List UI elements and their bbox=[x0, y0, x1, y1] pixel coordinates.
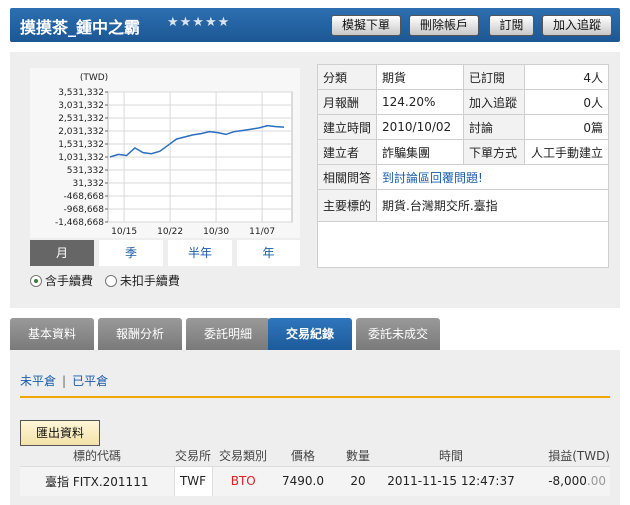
return-chart: (TWD) 3,531,332 3,031,332 2,531,332 2,031,33… bbox=[30, 68, 300, 238]
col-type: 交易類別 bbox=[218, 449, 267, 464]
fee-option-group: 含手續費 未扣手續費 bbox=[30, 272, 188, 289]
subtab-separator: | bbox=[62, 374, 67, 388]
category-label: 分類 bbox=[316, 64, 378, 90]
period-tab-quarter[interactable]: 季 bbox=[99, 240, 163, 266]
col-qty: 數量 bbox=[345, 449, 370, 464]
subtab-divider bbox=[20, 396, 610, 398]
col-time: 時間 bbox=[438, 449, 463, 464]
delete-account-button[interactable]: 刪除帳戶 bbox=[409, 15, 479, 36]
row-symbol: 臺指 FITX.201111 bbox=[20, 465, 174, 496]
col-price: 價格 bbox=[290, 449, 315, 464]
account-title: 摸摸茶_鍾中之霸 bbox=[20, 18, 141, 37]
related-q-link[interactable]: 到討論區回覆問題! bbox=[382, 171, 483, 185]
return-chart-svg: (TWD) 3,531,332 3,031,332 2,531,332 2,031,33… bbox=[55, 73, 293, 237]
follow-button[interactable]: 加入追蹤 bbox=[542, 15, 612, 36]
y-tick-label: -468,668 bbox=[64, 192, 105, 202]
account-header: 摸摸茶_鍾中之霸 ★★★★★ 模擬下單 刪除帳戶 訂閱 加入追蹤 bbox=[10, 8, 620, 42]
col-exchange: 交易所 bbox=[174, 449, 211, 464]
main-target-value: 期貨.台灣期交所.臺指 bbox=[376, 189, 609, 222]
followed-value: 0人 bbox=[524, 89, 609, 115]
subscribed-value: 4人 bbox=[524, 64, 609, 90]
y-tick-label: 3,531,332 bbox=[58, 88, 104, 98]
y-tick-label: 2,031,332 bbox=[58, 127, 104, 137]
account-info-table: 分類 期貨 已訂閱 4人 月報酬 124.20% 加入追蹤 0人 建立時間 20… bbox=[316, 64, 609, 268]
export-data-button[interactable]: 匯出資料 bbox=[20, 420, 100, 446]
main-tabs: 基本資料 報酬分析 委託明細 交易紀錄 委託未成交 bbox=[10, 318, 620, 350]
tab-basic-info[interactable]: 基本資料 bbox=[10, 318, 94, 350]
y-tick-label: -1,468,668 bbox=[55, 218, 104, 228]
trade-table-header: 標的代碼 交易所 交易類別 價格 數量 時間 損益(TWD) bbox=[20, 446, 610, 466]
row-qty: 20 bbox=[332, 465, 384, 496]
period-tab-month[interactable]: 月 bbox=[30, 240, 94, 266]
period-tabs: 月 季 半年 年 bbox=[30, 240, 300, 266]
y-tick-label: 2,531,332 bbox=[58, 114, 104, 124]
tab-pending-orders[interactable]: 委託未成交 bbox=[356, 318, 440, 350]
info-empty-area bbox=[317, 221, 609, 268]
subtab-closed-positions[interactable]: 已平倉 bbox=[72, 374, 108, 388]
row-pnl-int: -8,000 bbox=[548, 474, 587, 489]
created-label: 建立時間 bbox=[316, 114, 378, 140]
x-tick-label: 10/30 bbox=[203, 227, 229, 237]
x-tick-label: 10/15 bbox=[111, 227, 137, 237]
discussion-label: 討論 bbox=[463, 114, 526, 140]
y-tick-label: 1,031,332 bbox=[58, 153, 104, 163]
row-time: 2011-11-15 12:47:37 bbox=[384, 465, 518, 496]
y-tick-label: -968,668 bbox=[64, 205, 105, 215]
monthly-return-label: 月報酬 bbox=[316, 89, 378, 115]
x-tick-label: 10/22 bbox=[157, 227, 183, 237]
row-exchange: TWF bbox=[173, 465, 213, 496]
col-pnl: 損益(TWD) bbox=[548, 449, 610, 464]
position-subtabs: 未平倉 | 已平倉 bbox=[20, 372, 108, 389]
trade-records-panel: 未平倉 | 已平倉 匯出資料 標的代碼 交易所 交易類別 價格 數量 時間 損益(T… bbox=[10, 350, 620, 505]
rating-stars-icon: ★★★★★ bbox=[167, 15, 231, 30]
row-pnl: -8,000.00 bbox=[518, 465, 610, 496]
subscribe-button[interactable]: 訂閱 bbox=[489, 15, 534, 36]
created-value: 2010/10/02 bbox=[376, 114, 465, 140]
simulate-order-button[interactable]: 模擬下單 bbox=[331, 15, 401, 36]
main-target-label: 主要標的 bbox=[316, 189, 378, 222]
y-tick-label: 531,332 bbox=[67, 166, 104, 176]
y-axis-label: (TWD) bbox=[80, 73, 108, 83]
y-tick-label: 3,031,332 bbox=[58, 101, 104, 111]
row-price: 7490.0 bbox=[274, 465, 332, 496]
without-fee-option[interactable]: 未扣手續費 bbox=[104, 272, 180, 289]
radio-checked-icon[interactable] bbox=[30, 275, 42, 287]
tab-return-analysis[interactable]: 報酬分析 bbox=[98, 318, 182, 350]
row-pnl-dec: .00 bbox=[586, 474, 606, 489]
related-q-label: 相關問答 bbox=[316, 164, 378, 190]
col-symbol: 標的代碼 bbox=[72, 449, 121, 464]
without-fee-label: 未扣手續費 bbox=[119, 274, 180, 288]
creator-label: 建立者 bbox=[316, 139, 378, 165]
tab-order-details[interactable]: 委託明細 bbox=[186, 318, 270, 350]
subtab-open-positions[interactable]: 未平倉 bbox=[20, 374, 56, 388]
period-tab-year[interactable]: 年 bbox=[237, 240, 300, 266]
period-tab-half-year[interactable]: 半年 bbox=[168, 240, 232, 266]
with-fee-label: 含手續費 bbox=[45, 274, 94, 288]
tab-trade-records[interactable]: 交易紀錄 bbox=[268, 318, 352, 350]
category-value: 期貨 bbox=[376, 64, 465, 90]
monthly-return-value: 124.20% bbox=[376, 89, 465, 115]
creator-value: 詐騙集團 bbox=[376, 139, 465, 165]
x-tick-label: 11/07 bbox=[249, 227, 275, 237]
trade-table: 標的代碼 交易所 交易類別 價格 數量 時間 損益(TWD) 臺指 FITX.2… bbox=[20, 446, 610, 496]
y-tick-label: 31,332 bbox=[73, 179, 105, 189]
discussion-value: 0篇 bbox=[524, 114, 609, 140]
radio-unchecked-icon[interactable] bbox=[104, 275, 117, 287]
subscribed-label: 已訂閱 bbox=[463, 64, 526, 90]
table-row[interactable]: 臺指 FITX.201111 TWF BTO 7490.0 20 2011-11… bbox=[20, 465, 610, 496]
summary-panel: (TWD) 3,531,332 3,031,332 2,531,332 2,031,33… bbox=[10, 52, 620, 308]
with-fee-option[interactable]: 含手續費 bbox=[30, 272, 93, 289]
order-method-value: 人工手動建立 bbox=[524, 139, 609, 165]
followed-label: 加入追蹤 bbox=[463, 89, 526, 115]
order-method-label: 下單方式 bbox=[463, 139, 526, 165]
row-type: BTO bbox=[212, 465, 274, 496]
y-tick-label: 1,531,332 bbox=[58, 140, 104, 150]
